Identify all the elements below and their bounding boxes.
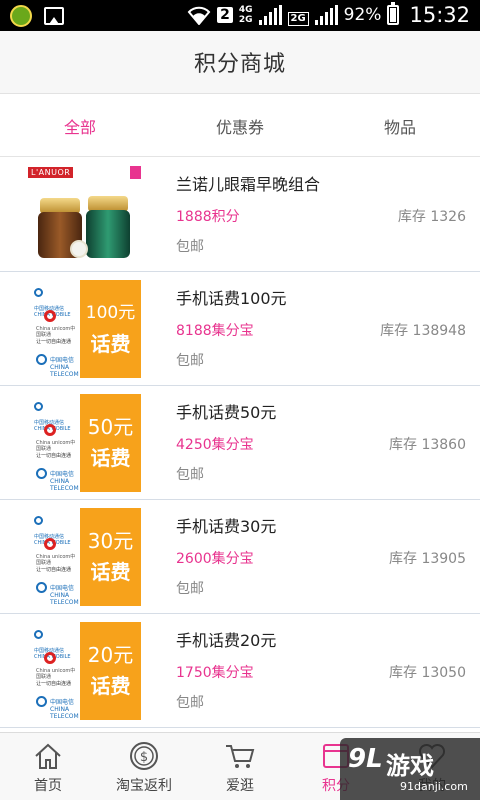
sim-indicator: 2 bbox=[217, 7, 233, 23]
china-mobile-icon bbox=[34, 402, 43, 411]
svg-text:$: $ bbox=[140, 750, 148, 765]
shipping-label: 包邮 bbox=[176, 695, 204, 711]
product-name: 手机话费30元 bbox=[176, 517, 277, 536]
dollar-coin-icon: $ bbox=[130, 742, 158, 770]
shipping-label: 包邮 bbox=[176, 353, 204, 369]
tab-goods[interactable]: 物品 bbox=[320, 95, 480, 156]
product-price: 1750集分宝 bbox=[176, 665, 254, 681]
carrier-logos: 中国移动通信 CHINA MOBILE China unicom中国联通 让一切… bbox=[28, 394, 80, 492]
china-telecom-icon bbox=[36, 582, 47, 593]
brand-logo: L'ANUOR bbox=[28, 167, 74, 178]
credit-fee-label: 话费 bbox=[90, 446, 131, 470]
shipping-label: 包邮 bbox=[176, 581, 204, 597]
credit-amount: 30元 bbox=[87, 529, 134, 553]
product-price: 4250集分宝 bbox=[176, 437, 254, 453]
credit-fee-label: 话费 bbox=[90, 332, 131, 356]
category-tabs: 全部 优惠券 物品 bbox=[0, 95, 480, 157]
product-stock: 库存 138948 bbox=[380, 323, 466, 339]
product-price: 8188集分宝 bbox=[176, 323, 254, 339]
china-unicom-icon bbox=[44, 538, 56, 550]
carrier-logos: 中国移动通信 CHINA MOBILE China unicom中国联通 让一切… bbox=[28, 508, 80, 606]
phone-credit-image: 中国移动通信 CHINA MOBILE China unicom中国联通 让一切… bbox=[28, 622, 141, 720]
tab-coupons[interactable]: 优惠券 bbox=[160, 95, 320, 156]
nav-label: 爱逛 bbox=[226, 778, 254, 794]
list-item[interactable]: 中国移动通信 CHINA MOBILE China unicom中国联通 让一切… bbox=[0, 272, 480, 386]
nav-taobao-rebate[interactable]: $ 淘宝返利 bbox=[96, 733, 192, 800]
tab-all[interactable]: 全部 bbox=[0, 95, 160, 156]
china-telecom-icon bbox=[36, 468, 47, 479]
watermark-url: 91danji.com bbox=[400, 780, 468, 793]
shipping-label: 包邮 bbox=[176, 467, 204, 483]
status-bar: 2 4G 2G 2G 92% 15:32 bbox=[0, 0, 480, 31]
product-stock: 库存 13050 bbox=[389, 665, 466, 681]
signal-icon bbox=[258, 5, 282, 25]
phone-credit-image: 中国移动通信 CHINA MOBILE China unicom中国联通 让一切… bbox=[28, 508, 141, 606]
list-item[interactable]: 中国移动通信 CHINA MOBILE China unicom中国联通 让一切… bbox=[0, 500, 480, 614]
eye-cream-image: L'ANUOR bbox=[28, 166, 141, 264]
product-price: 2600集分宝 bbox=[176, 551, 254, 567]
china-unicom-icon bbox=[44, 310, 56, 322]
china-unicom-icon bbox=[44, 652, 56, 664]
china-unicom-icon bbox=[44, 424, 56, 436]
china-telecom-icon bbox=[36, 354, 47, 365]
china-mobile-icon bbox=[34, 630, 43, 639]
cart-icon bbox=[226, 745, 255, 768]
wifi-icon bbox=[187, 6, 211, 25]
product-name: 手机话费50元 bbox=[176, 403, 277, 422]
list-item[interactable]: 中国移动通信 CHINA MOBILE China unicom中国联通 让一切… bbox=[0, 386, 480, 500]
nav-browse[interactable]: 爱逛 bbox=[192, 733, 288, 800]
page-title: 积分商城 bbox=[193, 52, 286, 77]
china-mobile-icon bbox=[34, 288, 43, 297]
phone-credit-image: 中国移动通信 CHINA MOBILE China unicom中国联通 让一切… bbox=[28, 394, 141, 492]
signal-icon-2 bbox=[314, 5, 338, 25]
shipping-label: 包邮 bbox=[176, 239, 204, 255]
product-price: 1888积分 bbox=[176, 209, 240, 225]
watermark-text: 游戏 bbox=[386, 752, 434, 780]
product-stock: 库存 13860 bbox=[389, 437, 466, 453]
nav-label: 淘宝返利 bbox=[116, 778, 172, 794]
clock: 15:32 bbox=[409, 3, 470, 27]
credit-amount: 100元 bbox=[85, 303, 136, 323]
nav-label: 首页 bbox=[34, 778, 62, 794]
china-mobile-icon bbox=[34, 516, 43, 525]
network-2g-badge: 2G bbox=[287, 12, 309, 26]
image-notification-icon bbox=[44, 7, 64, 25]
carrier-logos: 中国移动通信 CHINA MOBILE China unicom中国联通 让一切… bbox=[28, 280, 80, 378]
credit-amount: 50元 bbox=[87, 415, 134, 439]
battery-percent: 92% bbox=[343, 5, 382, 25]
watermark-logo: 9L bbox=[348, 744, 383, 774]
network-type: 4G 2G bbox=[238, 5, 253, 25]
china-telecom-icon bbox=[36, 696, 47, 707]
product-name: 兰诺儿眼霜早晚组合 bbox=[176, 175, 321, 194]
list-item[interactable]: 中国移动通信 CHINA MOBILE China unicom中国联通 让一切… bbox=[0, 614, 480, 728]
product-list: L'ANUOR 兰诺儿眼霜早晚组合 1888积分 库存 1326 包邮 中国移动… bbox=[0, 158, 480, 728]
credit-fee-label: 话费 bbox=[90, 560, 131, 584]
credit-amount: 20元 bbox=[87, 643, 134, 667]
app-header: 积分商城 bbox=[0, 31, 480, 94]
site-watermark: 9L 游戏 91danji.com bbox=[340, 738, 480, 800]
nav-home[interactable]: 首页 bbox=[0, 733, 96, 800]
product-name: 手机话费20元 bbox=[176, 631, 277, 650]
bookmark-icon bbox=[130, 166, 141, 179]
home-icon bbox=[35, 743, 61, 769]
credit-fee-label: 话费 bbox=[90, 674, 131, 698]
bottom-navigation: 首页 $ 淘宝返利 爱逛 积分 我的 9L 游戏 91danji.com bbox=[0, 732, 480, 800]
battery-charging-icon bbox=[387, 2, 400, 25]
carrier-logos: 中国移动通信 CHINA MOBILE China unicom中国联通 让一切… bbox=[28, 622, 80, 720]
product-name: 手机话费100元 bbox=[176, 289, 287, 308]
product-stock: 库存 13905 bbox=[389, 551, 466, 567]
app-notification-icon bbox=[10, 5, 32, 27]
list-item[interactable]: L'ANUOR 兰诺儿眼霜早晚组合 1888积分 库存 1326 包邮 bbox=[0, 158, 480, 272]
phone-credit-image: 中国移动通信 CHINA MOBILE China unicom中国联通 让一切… bbox=[28, 280, 141, 378]
product-stock: 库存 1326 bbox=[397, 209, 466, 225]
